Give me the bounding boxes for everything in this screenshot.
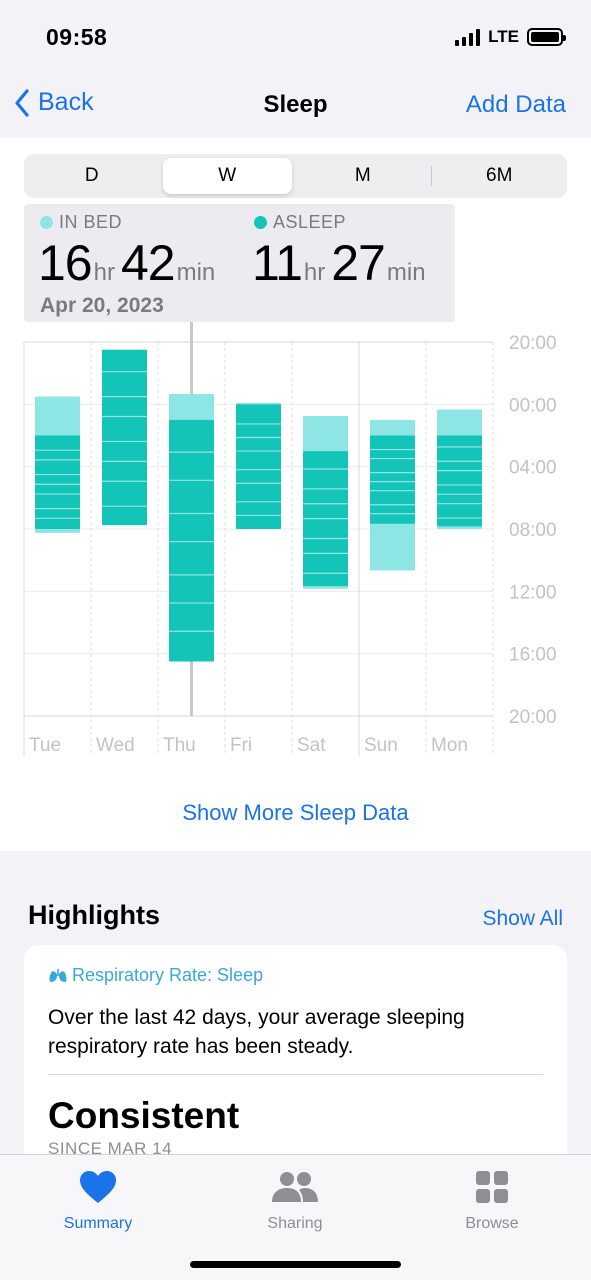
y-tick-label: 20:00: [509, 707, 557, 728]
highlight-card[interactable]: Respiratory Rate: Sleep Over the last 42…: [24, 945, 567, 1185]
asleep-label: ASLEEP: [273, 212, 347, 232]
segment-week[interactable]: W: [162, 158, 292, 194]
add-data-button[interactable]: Add Data: [466, 91, 566, 119]
in-bed-hours: 16: [38, 235, 93, 291]
grid-icon: [476, 1171, 508, 1203]
tab-sharing[interactable]: Sharing: [235, 1165, 355, 1233]
y-tick-label: 20:00: [509, 333, 557, 354]
y-tick-label: 12:00: [509, 582, 557, 603]
tab-summary-label: Summary: [63, 1215, 133, 1232]
in-bed-label: IN BED: [59, 212, 123, 232]
x-tick-label: Tue: [29, 735, 61, 756]
network-label: LTE: [488, 27, 519, 46]
sleep-chart[interactable]: 20:00 00:00 04:00 08:00 12:00 16:00 20:00 Tue We…: [0, 320, 591, 760]
asleep-bar: [437, 435, 482, 527]
tab-sharing-label: Sharing: [267, 1215, 323, 1232]
in-bed-duration: 16 hr 42 min: [38, 234, 221, 292]
asleep-bar: [102, 349, 147, 526]
in-bed-dot: [40, 216, 53, 229]
show-more-sleep-data-link[interactable]: Show More Sleep Data: [0, 800, 591, 826]
status-icons: LTE: [455, 27, 566, 47]
navigation-bar: Back Sleep Add Data: [0, 78, 591, 138]
y-tick-label: 00:00: [509, 395, 557, 416]
status-bar: 09:58 LTE: [0, 0, 591, 78]
highlight-value: Consistent: [48, 1095, 240, 1136]
y-tick-label: 16:00: [509, 645, 557, 666]
x-tick-label: Sun: [364, 735, 398, 756]
asleep-dot: [254, 216, 267, 229]
hr-unit: hr: [303, 259, 326, 286]
segment-month[interactable]: M: [298, 158, 428, 194]
tab-bar: Summary Sharing Browse: [0, 1154, 591, 1280]
divider: [48, 1074, 543, 1075]
highlight-category: Respiratory Rate: Sleep: [48, 965, 263, 986]
lungs-icon: [49, 968, 67, 982]
legend-in-bed: IN BED: [40, 212, 122, 233]
signal-icon: [455, 28, 481, 46]
segment-day[interactable]: D: [27, 158, 157, 194]
heart-icon: [80, 1171, 116, 1203]
segment-six-months[interactable]: 6M: [435, 158, 565, 194]
sleep-chart-svg: 20:00 00:00 04:00 08:00 12:00 16:00 20:00 Tue We…: [23, 320, 557, 756]
legend-asleep: ASLEEP: [254, 212, 346, 233]
x-tick-label: Fri: [230, 735, 252, 756]
x-tick-label: Thu: [163, 735, 196, 756]
y-tick-label: 08:00: [509, 520, 557, 541]
home-indicator: [190, 1261, 401, 1268]
range-segmented-control: D W M 6M: [24, 154, 567, 198]
asleep-bar: [236, 404, 281, 529]
tab-summary[interactable]: Summary: [38, 1165, 158, 1233]
asleep-bar: [370, 435, 415, 524]
asleep-minutes: 27: [331, 235, 386, 291]
people-icon: [272, 1172, 318, 1202]
highlight-text: Over the last 42 days, your average slee…: [48, 1006, 465, 1058]
battery-icon: [527, 28, 566, 46]
x-tick-label: Sat: [297, 735, 326, 756]
min-unit: min: [176, 259, 216, 286]
asleep-hours: 11: [252, 235, 303, 291]
asleep-bar: [35, 435, 80, 529]
highlights-heading: Highlights: [28, 900, 160, 930]
show-all-link[interactable]: Show All: [482, 907, 563, 931]
tab-browse[interactable]: Browse: [432, 1165, 552, 1233]
asleep-duration: 11 hr 27 min: [252, 234, 432, 292]
in-bed-minutes: 42: [120, 235, 176, 291]
selection-tooltip: IN BED ASLEEP 16 hr 42 min 11 hr 27 min …: [24, 204, 455, 322]
hr-unit: hr: [93, 259, 115, 286]
segment-divider: [430, 166, 432, 186]
y-tick-label: 04:00: [509, 458, 557, 479]
min-unit: min: [386, 259, 426, 286]
highlight-category-label: Respiratory Rate: Sleep: [72, 965, 264, 985]
asleep-bar: [169, 419, 214, 662]
selected-date: Apr 20, 2023: [40, 294, 164, 317]
x-tick-label: Mon: [431, 735, 468, 756]
status-time: 09:58: [46, 24, 108, 50]
tab-browse-label: Browse: [465, 1215, 519, 1232]
x-tick-label: Wed: [96, 735, 135, 756]
